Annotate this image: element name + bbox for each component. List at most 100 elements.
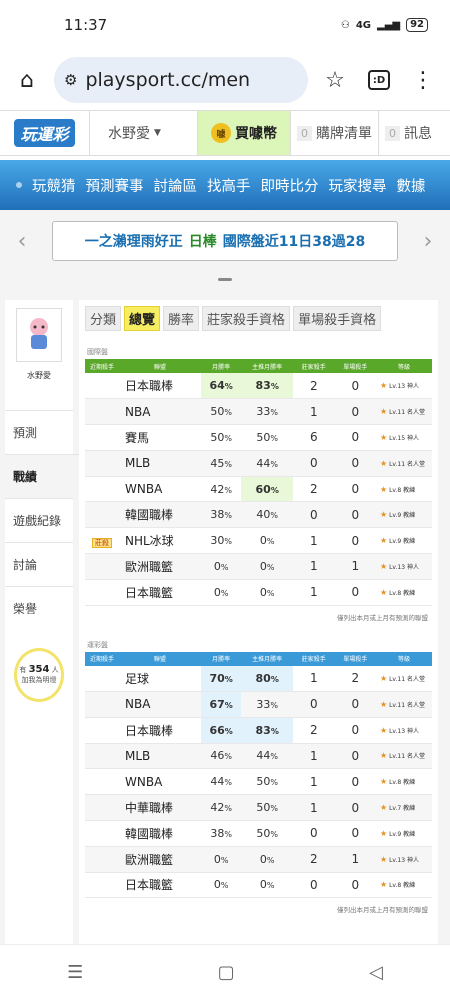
league-cell[interactable]: 韓國職棒	[119, 820, 201, 847]
menu-icon[interactable]: ☰	[67, 962, 83, 983]
league-cell[interactable]: WNBA	[119, 476, 201, 503]
nav-bullet	[16, 182, 22, 188]
url-bar[interactable]: ⚙ playsport.cc/men	[54, 57, 308, 103]
buy-coin-button[interactable]: 噱 買噱幣	[198, 111, 290, 155]
level-cell: ★ Lv.11 名人堂	[376, 691, 432, 718]
table-row: 韓國職棒 38% 50% 0 0 ★ Lv.9 教練	[85, 820, 432, 847]
marquee-banner[interactable]: 一之瀨理雨好正 日棒 國際盤近11日38過28	[52, 221, 398, 261]
bulb-box: 有 354 人 加我為明燈	[5, 648, 73, 702]
bulb-icon[interactable]: 有 354 人 加我為明燈	[14, 648, 64, 702]
league-cell[interactable]: 足球	[119, 665, 201, 692]
league-cell[interactable]: 歐洲職籃	[119, 846, 201, 873]
table-row: 日本職棒 64% 83% 2 0 ★ Lv.13 神人	[85, 373, 432, 400]
tab-winrate[interactable]: 勝率	[163, 306, 200, 331]
nav-item[interactable]: 即時比分	[261, 175, 319, 196]
chevron-right-icon[interactable]: ›	[418, 229, 438, 254]
league-cell[interactable]: NBA	[119, 398, 201, 426]
single-killer-cell: 0	[334, 872, 376, 899]
wifi-icon: ⚇	[340, 19, 350, 31]
sidebar-item-predict[interactable]: 預測	[5, 410, 73, 454]
level-cell: ★ Lv.8 教練	[376, 579, 432, 606]
league-cell[interactable]: 賽馬	[119, 424, 201, 451]
nav-item[interactable]: 討論區	[154, 175, 198, 196]
nav-item[interactable]: 預測賽事	[86, 175, 144, 196]
league-cell[interactable]: MLB	[119, 743, 201, 770]
sidebar-item-record[interactable]: 戰績	[5, 454, 79, 498]
single-killer-cell: 2	[334, 665, 376, 692]
month-winrate-cell: 30%	[201, 527, 242, 555]
square-icon[interactable]: ▢	[218, 962, 235, 983]
month-winrate-cell: 0%	[201, 872, 242, 899]
avatar[interactable]	[16, 308, 62, 362]
col-header: 月勝率	[201, 651, 242, 666]
sidebar-item-game-log[interactable]: 遊戲紀錄	[5, 498, 73, 542]
league-cell[interactable]: 中華職棒	[119, 794, 201, 821]
level-badge-icon: ★	[380, 510, 388, 520]
back-triangle-icon[interactable]: ◁	[369, 962, 383, 983]
col-header: 單場殺手	[334, 359, 376, 373]
level-badge-icon: ★	[380, 536, 388, 546]
league-cell[interactable]: MLB	[119, 450, 201, 477]
nav-item[interactable]: 找高手	[207, 175, 251, 196]
more-vert-icon[interactable]: ⋮	[406, 63, 440, 97]
nav-item[interactable]: 玩家搜尋	[329, 175, 387, 196]
level-badge-icon: ★	[380, 484, 388, 494]
league-cell[interactable]: 日本職籃	[119, 872, 201, 899]
main-pick-winrate-cell: 40%	[241, 501, 294, 529]
single-killer-cell: 0	[334, 717, 376, 744]
level-badge-icon: ★	[380, 587, 388, 597]
message-link[interactable]: 0 訊息	[378, 111, 438, 155]
killer-tag-cell: 莊殺	[85, 527, 119, 555]
level-badge-icon: ★	[380, 673, 388, 683]
site-header: 玩運彩 水野愛 ▼ 噱 買噱幣 0 購牌清單 0 訊息	[0, 110, 450, 156]
main-pick-winrate-cell: 50%	[241, 794, 294, 821]
site-logo[interactable]: 玩運彩	[0, 111, 90, 155]
star-icon[interactable]: ☆	[318, 63, 352, 97]
intl-table-body: 日本職棒 64% 83% 2 0 ★ Lv.13 神人 NBA 50% 33% 1 0 ★ Lv.11…	[85, 373, 432, 606]
level-badge-icon: ★	[380, 880, 388, 890]
tab-banker-killer[interactable]: 莊家殺手資格	[202, 306, 291, 331]
table-row: 日本職籃 0% 0% 1 0 ★ Lv.8 教練	[85, 579, 432, 606]
site-settings-icon[interactable]: ⚙	[64, 71, 77, 89]
month-winrate-cell: 46%	[201, 743, 242, 770]
level-badge-icon: ★	[380, 381, 388, 391]
banker-killer-cell: 0	[293, 450, 335, 477]
sidebar-item-discuss[interactable]: 討論	[5, 542, 73, 586]
league-cell[interactable]: 歐洲職籃	[119, 553, 201, 580]
marquee-area: ‹ 一之瀨理雨好正 日棒 國際盤近11日38過28 ›	[0, 210, 450, 272]
home-icon[interactable]: ⌂	[10, 63, 44, 97]
level-cell: ★ Lv.8 教練	[376, 872, 432, 899]
sidebar-item-honor[interactable]: 榮譽	[5, 586, 73, 630]
league-cell[interactable]: 日本職籃	[119, 579, 201, 606]
nav-item[interactable]: 數據	[397, 175, 426, 196]
single-killer-cell: 0	[334, 579, 376, 606]
banker-killer-cell: 2	[293, 717, 335, 744]
banker-killer-cell: 1	[293, 553, 335, 580]
level-cell: ★ Lv.9 教練	[376, 501, 432, 529]
main-pick-winrate-cell: 50%	[241, 768, 294, 796]
cart-link[interactable]: 0 購牌清單	[290, 111, 378, 155]
table-row: 日本職棒 66% 83% 2 0 ★ Lv.13 神人	[85, 717, 432, 744]
table-note: 僅列出本月或上月有預測的聯盟	[337, 613, 428, 622]
league-cell[interactable]: 日本職棒	[119, 717, 201, 744]
nav-item[interactable]: 玩競猜	[32, 175, 76, 196]
banker-killer-cell: 1	[293, 743, 335, 770]
level-badge-icon: ★	[380, 803, 388, 813]
col-header: 月勝率	[201, 359, 242, 373]
league-cell[interactable]: WNBA	[119, 768, 201, 796]
user-dropdown[interactable]: 水野愛 ▼	[90, 111, 198, 155]
league-cell[interactable]: 日本職棒	[119, 373, 201, 400]
month-winrate-cell: 0%	[201, 579, 242, 606]
sidebar: 水野愛 預測 戰績 遊戲紀錄 討論 榮譽 有 354 人 加我為明燈	[5, 300, 79, 950]
league-cell[interactable]: NHL冰球	[119, 527, 201, 555]
table-row: 莊殺 NHL冰球 30% 0% 1 0 ★ Lv.9 教練	[85, 527, 432, 555]
tab-single-killer[interactable]: 單場殺手資格	[293, 306, 382, 331]
main-pick-winrate-cell: 44%	[241, 743, 294, 770]
league-cell[interactable]: 韓國職棒	[119, 501, 201, 529]
tabs-icon[interactable]: :D	[362, 63, 396, 97]
table-row: 韓國職棒 38% 40% 0 0 ★ Lv.9 教練	[85, 501, 432, 529]
league-cell[interactable]: NBA	[119, 691, 201, 718]
intl-table: 近期殺手 聯盟 月勝率 主推月勝率 莊家殺手 單場殺手 等級 日本職棒 64% 83…	[85, 359, 432, 606]
tab-overview[interactable]: 總覽	[124, 306, 161, 331]
chevron-left-icon[interactable]: ‹	[12, 229, 32, 254]
